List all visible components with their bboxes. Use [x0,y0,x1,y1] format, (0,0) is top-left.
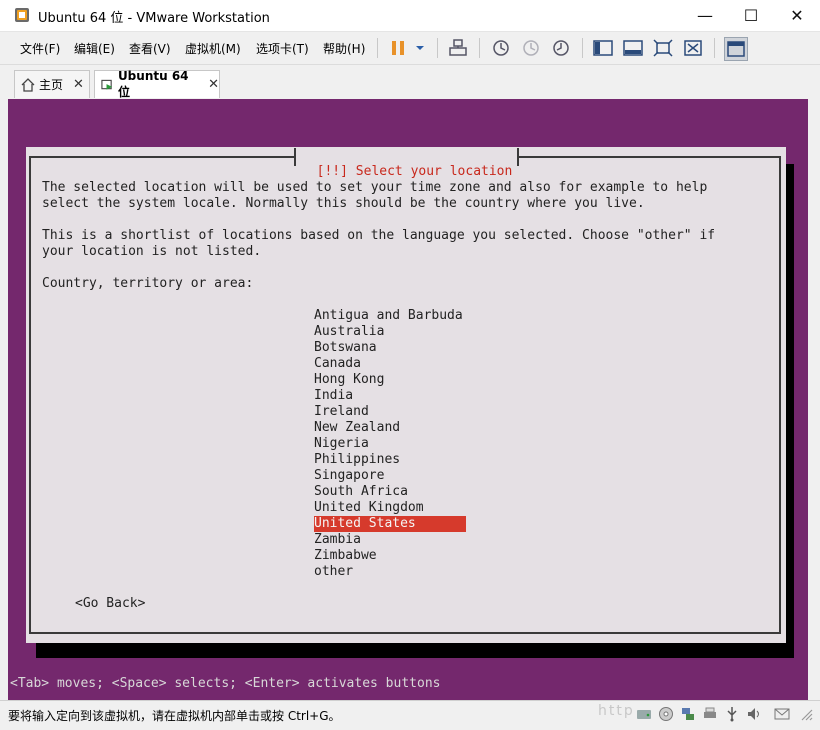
cd-drive-icon[interactable] [658,706,674,722]
country-list: Antigua and Barbuda Australia Botswana Cana… [314,308,466,580]
menu-view[interactable]: 查看(V) [129,40,171,57]
snapshot-manager-icon[interactable] [550,37,572,59]
side-panel-edge [808,65,820,99]
tab-home-label: 主页 [39,78,64,92]
country-option[interactable]: United Kingdom [314,500,466,516]
tab-ubuntu[interactable]: Ubuntu 64 位 ✕ [94,69,220,99]
menu-vm[interactable]: 虚拟机(M) [185,40,241,57]
country-option[interactable]: Ireland [314,404,466,420]
country-option[interactable]: Antigua and Barbuda [314,308,466,324]
country-option[interactable]: other [314,564,466,580]
close-icon[interactable]: ✕ [73,77,84,92]
menu-help[interactable]: 帮助(H) [323,40,365,57]
watermark-text: http [598,703,635,719]
country-option[interactable]: United States [314,516,466,532]
menu-edit[interactable]: 编辑(E) [74,40,115,57]
country-option[interactable]: Philippines [314,452,466,468]
console-view-icon[interactable] [724,37,748,61]
description-text-2: This is a shortlist of locations based o… [42,228,716,259]
description-text-1: The selected location will be used to se… [42,180,708,211]
vm-running-icon [101,79,113,90]
country-option[interactable]: Hong Kong [314,372,466,388]
keyboard-hint: <Tab> moves; <Space> selects; <Enter> ac… [10,676,441,691]
status-message: 要将输入定向到该虚拟机，请在虚拟机内部单击或按 Ctrl+G。 [8,709,341,723]
dialog-title: [!!] Select your location [316,164,513,179]
country-option[interactable]: Canada [314,356,466,372]
dialog-title-box: [!!] Select your location [294,148,520,179]
resize-grip-icon[interactable] [798,706,814,722]
toolbar-separator [582,38,583,58]
message-icon[interactable] [774,706,790,722]
dropdown-arrow-icon[interactable] [409,37,431,59]
thumbnail-bar-icon[interactable] [622,37,644,59]
go-back-button[interactable]: <Go Back> [75,596,145,612]
revert-snapshot-icon[interactable] [520,37,542,59]
snapshot-icon[interactable] [490,37,512,59]
network-icon[interactable] [680,706,696,722]
menu-tabs[interactable]: 选项卡(T) [256,40,309,57]
toolbar-separator [377,38,378,58]
country-option[interactable]: Nigeria [314,436,466,452]
unity-mode-icon[interactable] [682,37,704,59]
tab-home[interactable]: 主页 ✕ [14,70,90,98]
tab-bar: 主页 ✕ Ubuntu 64 位 ✕ [0,65,820,99]
hard-disk-icon[interactable] [636,706,652,722]
status-bar: 要将输入定向到该虚拟机，请在虚拟机内部单击或按 Ctrl+G。 http [0,700,820,730]
menu-file[interactable]: 文件(F) [20,40,60,57]
pause-icon[interactable] [387,37,409,59]
window-title-bar: Ubuntu 64 位 - VMware Workstation — ☐ ✕ [0,0,820,32]
window-title: Ubuntu 64 位 - VMware Workstation [38,11,270,26]
printer-icon[interactable] [702,706,718,722]
country-option[interactable]: India [314,388,466,404]
send-ctrl-alt-del-icon[interactable] [447,37,469,59]
country-option[interactable]: Zambia [314,532,466,548]
home-icon [21,77,35,92]
tab-ubuntu-label: Ubuntu 64 位 [117,69,189,99]
country-option[interactable]: South Africa [314,484,466,500]
show-library-icon[interactable] [592,37,614,59]
sound-icon[interactable] [746,706,762,722]
vmware-app-icon [15,8,29,22]
full-screen-icon[interactable] [652,37,674,59]
menu-toolbar: 文件(F) 编辑(E) 查看(V) 虚拟机(M) 选项卡(T) 帮助(H) [0,32,820,65]
country-option[interactable]: Zimbabwe [314,548,466,564]
usb-icon[interactable] [724,706,740,722]
toolbar-separator [714,38,715,58]
country-option[interactable]: Botswana [314,340,466,356]
country-option[interactable]: New Zealand [314,420,466,436]
maximize-button[interactable]: ☐ [728,0,774,31]
country-prompt: Country, territory or area: [42,276,254,291]
toolbar-separator [479,38,480,58]
close-button[interactable]: ✕ [774,0,820,31]
close-icon[interactable]: ✕ [208,77,219,92]
toolbar-separator [437,38,438,58]
country-option[interactable]: Singapore [314,468,466,484]
country-option[interactable]: Australia [314,324,466,340]
minimize-button[interactable]: — [682,0,728,31]
